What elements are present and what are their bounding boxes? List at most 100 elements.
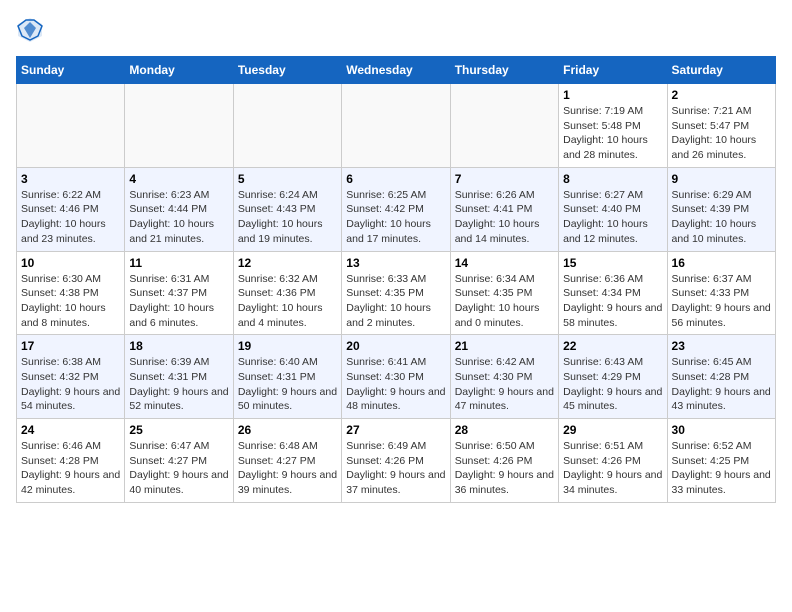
day-info: Sunrise: 6:40 AM Sunset: 4:31 PM Dayligh… [238,355,337,414]
calendar-cell: 8Sunrise: 6:27 AM Sunset: 4:40 PM Daylig… [559,167,667,251]
day-info: Sunrise: 6:37 AM Sunset: 4:33 PM Dayligh… [672,272,771,331]
calendar-cell: 6 Sunrise: 6:25 AM Sunset: 4:42 PM Daylig… [342,167,450,251]
day-number: 12 [238,256,337,270]
day-info: Sunrise: 6:34 AM Sunset: 4:35 PM Dayligh… [455,272,554,331]
day-info: Sunrise: 6:26 AM Sunset: 4:41 PM Dayligh… [455,188,554,247]
calendar-cell: 25 Sunrise: 6:47 AM Sunset: 4:27 PM Dayli… [125,419,233,503]
day-number: 8 [563,172,662,186]
calendar-cell: 2 Sunrise: 7:21 AM Sunset: 5:47 PM Daylig… [667,84,775,168]
day-number: 7 [455,172,554,186]
day-info: Sunrise: 6:38 AM Sunset: 4:32 PM Dayligh… [21,355,120,414]
calendar: SundayMondayTuesdayWednesdayThursdayFrid… [16,56,776,503]
day-number: 26 [238,423,337,437]
weekday-header-monday: Monday [125,57,233,84]
day-info: Sunrise: 6:31 AM Sunset: 4:37 PM Dayligh… [129,272,228,331]
day-number: 20 [346,339,445,353]
calendar-cell: 26Sunrise: 6:48 AM Sunset: 4:27 PM Dayli… [233,419,341,503]
day-number: 4 [129,172,228,186]
generalblue-logo-icon [16,16,44,44]
calendar-cell: 18 Sunrise: 6:39 AM Sunset: 4:31 PM Dayli… [125,335,233,419]
day-info: Sunrise: 6:52 AM Sunset: 4:25 PM Dayligh… [672,439,771,498]
calendar-cell [342,84,450,168]
calendar-cell: 9 Sunrise: 6:29 AM Sunset: 4:39 PM Daylig… [667,167,775,251]
calendar-cell: 3 Sunrise: 6:22 AM Sunset: 4:46 PM Daylig… [17,167,125,251]
day-number: 30 [672,423,771,437]
day-info: Sunrise: 6:22 AM Sunset: 4:46 PM Dayligh… [21,188,120,247]
calendar-cell [233,84,341,168]
calendar-cell: 12 Sunrise: 6:32 AM Sunset: 4:36 PM Dayli… [233,251,341,335]
calendar-cell [450,84,558,168]
weekday-header-wednesday: Wednesday [342,57,450,84]
day-number: 3 [21,172,120,186]
day-info: Sunrise: 6:46 AM Sunset: 4:28 PM Dayligh… [21,439,120,498]
calendar-cell: 10 Sunrise: 6:30 AM Sunset: 4:38 PM Dayli… [17,251,125,335]
day-number: 13 [346,256,445,270]
calendar-cell: 11 Sunrise: 6:31 AM Sunset: 4:37 PM Dayli… [125,251,233,335]
day-info: Sunrise: 6:29 AM Sunset: 4:39 PM Dayligh… [672,188,771,247]
calendar-cell: 16 Sunrise: 6:37 AM Sunset: 4:33 PM Dayli… [667,251,775,335]
calendar-cell: 15 Sunrise: 6:36 AM Sunset: 4:34 PM Dayli… [559,251,667,335]
calendar-cell: 17Sunrise: 6:38 AM Sunset: 4:32 PM Dayli… [17,335,125,419]
day-info: Sunrise: 6:24 AM Sunset: 4:43 PM Dayligh… [238,188,337,247]
calendar-cell: 7 Sunrise: 6:26 AM Sunset: 4:41 PM Daylig… [450,167,558,251]
day-info: Sunrise: 6:39 AM Sunset: 4:31 PM Dayligh… [129,355,228,414]
day-info: Sunrise: 6:41 AM Sunset: 4:30 PM Dayligh… [346,355,445,414]
day-number: 2 [672,88,771,102]
calendar-cell: 29 Sunrise: 6:51 AM Sunset: 4:26 PM Dayli… [559,419,667,503]
day-number: 22 [563,339,662,353]
day-info: Sunrise: 6:33 AM Sunset: 4:35 PM Dayligh… [346,272,445,331]
day-info: Sunrise: 6:32 AM Sunset: 4:36 PM Dayligh… [238,272,337,331]
day-info: Sunrise: 6:36 AM Sunset: 4:34 PM Dayligh… [563,272,662,331]
weekday-header-thursday: Thursday [450,57,558,84]
calendar-cell: 13 Sunrise: 6:33 AM Sunset: 4:35 PM Dayli… [342,251,450,335]
calendar-cell: 14 Sunrise: 6:34 AM Sunset: 4:35 PM Dayli… [450,251,558,335]
day-number: 6 [346,172,445,186]
calendar-cell: 4 Sunrise: 6:23 AM Sunset: 4:44 PM Daylig… [125,167,233,251]
header [16,16,776,44]
weekday-header-tuesday: Tuesday [233,57,341,84]
day-number: 25 [129,423,228,437]
calendar-week-5: 24 Sunrise: 6:46 AM Sunset: 4:28 PM Dayli… [17,419,776,503]
day-number: 1 [563,88,662,102]
calendar-cell: 22 Sunrise: 6:43 AM Sunset: 4:29 PM Dayli… [559,335,667,419]
calendar-cell: 21 Sunrise: 6:42 AM Sunset: 4:30 PM Dayli… [450,335,558,419]
calendar-week-3: 10 Sunrise: 6:30 AM Sunset: 4:38 PM Dayli… [17,251,776,335]
logo [16,16,48,44]
day-number: 21 [455,339,554,353]
day-number: 14 [455,256,554,270]
calendar-cell: 30 Sunrise: 6:52 AM Sunset: 4:25 PM Dayli… [667,419,775,503]
day-info: Sunrise: 6:30 AM Sunset: 4:38 PM Dayligh… [21,272,120,331]
day-number: 9 [672,172,771,186]
weekday-header-saturday: Saturday [667,57,775,84]
calendar-cell [125,84,233,168]
day-number: 15 [563,256,662,270]
day-number: 23 [672,339,771,353]
day-number: 29 [563,423,662,437]
day-info: Sunrise: 6:43 AM Sunset: 4:29 PM Dayligh… [563,355,662,414]
day-number: 19 [238,339,337,353]
day-info: Sunrise: 6:23 AM Sunset: 4:44 PM Dayligh… [129,188,228,247]
day-info: Sunrise: 6:25 AM Sunset: 4:42 PM Dayligh… [346,188,445,247]
day-number: 10 [21,256,120,270]
day-number: 24 [21,423,120,437]
calendar-week-1: 1 Sunrise: 7:19 AM Sunset: 5:48 PM Daylig… [17,84,776,168]
day-number: 28 [455,423,554,437]
day-number: 5 [238,172,337,186]
day-info: Sunrise: 6:49 AM Sunset: 4:26 PM Dayligh… [346,439,445,498]
day-number: 18 [129,339,228,353]
calendar-cell: 23Sunrise: 6:45 AM Sunset: 4:28 PM Dayli… [667,335,775,419]
weekday-header-friday: Friday [559,57,667,84]
calendar-cell: 24 Sunrise: 6:46 AM Sunset: 4:28 PM Dayli… [17,419,125,503]
calendar-week-2: 3 Sunrise: 6:22 AM Sunset: 4:46 PM Daylig… [17,167,776,251]
weekday-header-sunday: Sunday [17,57,125,84]
day-number: 11 [129,256,228,270]
day-info: Sunrise: 6:51 AM Sunset: 4:26 PM Dayligh… [563,439,662,498]
day-info: Sunrise: 6:47 AM Sunset: 4:27 PM Dayligh… [129,439,228,498]
day-number: 27 [346,423,445,437]
day-info: Sunrise: 7:21 AM Sunset: 5:47 PM Dayligh… [672,104,771,163]
day-number: 16 [672,256,771,270]
day-info: Sunrise: 6:42 AM Sunset: 4:30 PM Dayligh… [455,355,554,414]
calendar-cell [17,84,125,168]
calendar-cell: 5 Sunrise: 6:24 AM Sunset: 4:43 PM Daylig… [233,167,341,251]
day-info: Sunrise: 7:19 AM Sunset: 5:48 PM Dayligh… [563,104,662,163]
